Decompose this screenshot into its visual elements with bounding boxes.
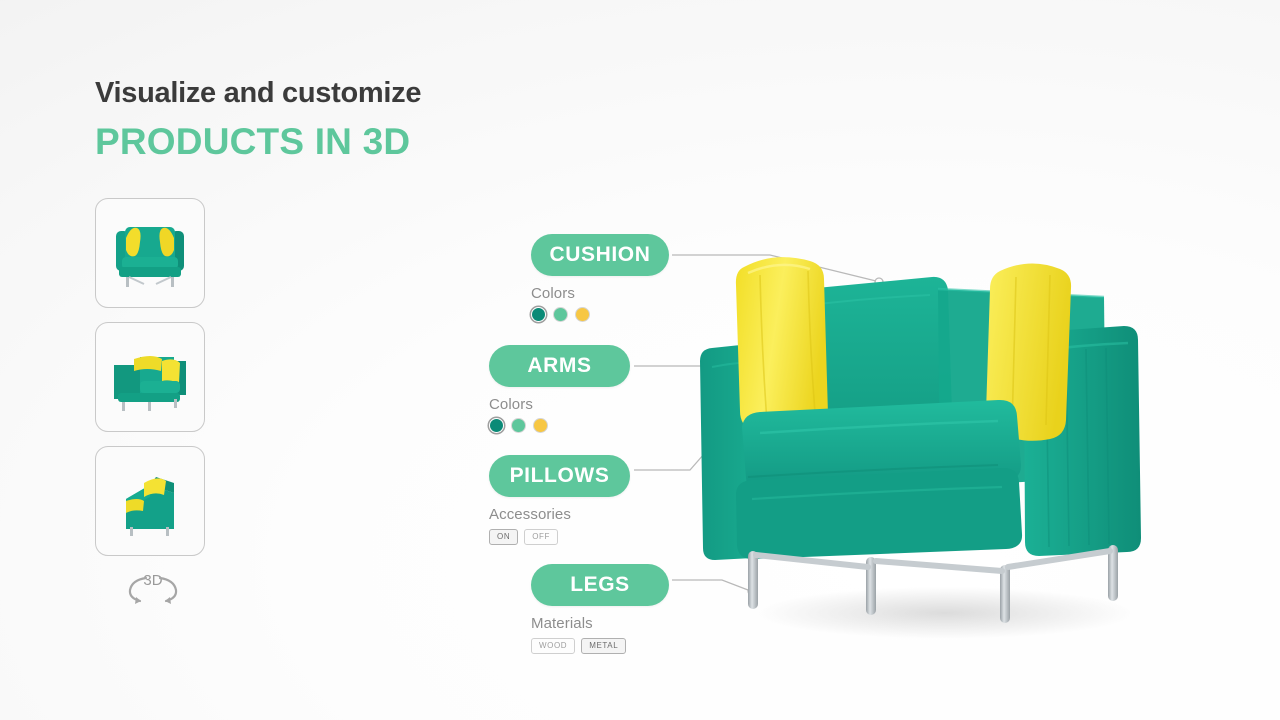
toggle-off-button[interactable]: OFF [524,529,558,546]
swatch-mid-green[interactable] [553,307,568,322]
toggle-on-button[interactable]: ON [489,529,519,546]
callout-pillows-button[interactable]: PILLOWS [489,455,630,497]
product-3d-viewer[interactable] [690,215,1190,660]
swatch-dark-teal[interactable] [531,307,546,322]
swatch-yellow[interactable] [533,418,548,433]
swatch-yellow[interactable] [575,307,590,322]
material-metal-button[interactable]: METAL [581,638,627,655]
armchair-3d-model [700,257,1141,639]
material-wood-button[interactable]: WOOD [531,638,576,655]
callout-legs-button[interactable]: LEGS [531,564,669,606]
leg-front-left [748,551,758,609]
swatch-dark-teal[interactable] [489,418,504,433]
callout-cushion-button[interactable]: CUSHION [531,234,669,276]
swatch-mid-green[interactable] [511,418,526,433]
callout-arms-button[interactable]: ARMS [489,345,630,387]
